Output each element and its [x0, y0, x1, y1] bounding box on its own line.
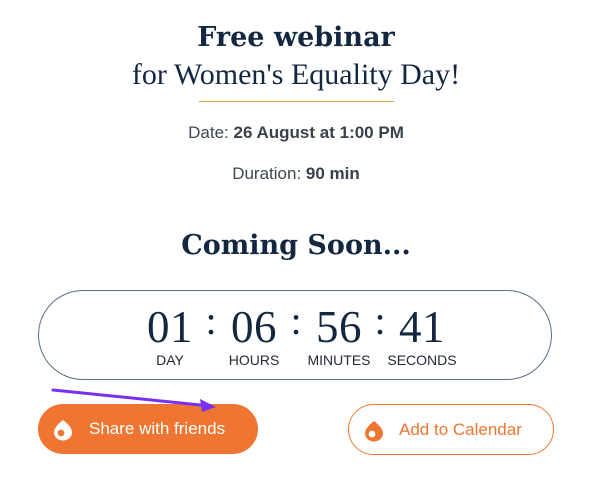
annotation-arrow-icon [51, 388, 216, 412]
countdown-day-label: DAY [156, 352, 184, 368]
countdown-minutes-value: 56 [316, 302, 362, 352]
add-to-calendar-button[interactable]: Add to Calendar [348, 404, 554, 455]
countdown-minutes-label: MINUTES [307, 352, 371, 368]
countdown-timer: 01 DAY : 06 HOURS : 56 MINUTES : 41 SECO… [38, 290, 552, 380]
countdown-day-value: 01 [147, 302, 193, 352]
event-date: Date: 26 August at 1:00 PM [0, 122, 592, 144]
coming-soon-heading: Coming Soon... [181, 230, 411, 261]
add-to-calendar-label: Add to Calendar [399, 420, 522, 439]
webinar-subtitle: for Women's Equality Day! [131, 58, 461, 91]
countdown-seconds-label: SECONDS [387, 352, 457, 368]
share-button-label: Share with friends [89, 419, 226, 438]
duration-label: Duration: [232, 164, 302, 183]
share-icon [54, 420, 72, 441]
event-duration: Duration: 90 min [0, 163, 592, 185]
title-divider [199, 101, 394, 102]
webinar-title: Free webinar [197, 22, 395, 53]
duration-value: 90 min [305, 164, 360, 183]
date-label: Date: [188, 123, 229, 142]
date-value: 26 August at 1:00 PM [233, 123, 404, 142]
countdown-hours-value: 06 [231, 302, 277, 352]
countdown-hours-label: HOURS [228, 352, 280, 368]
calendar-icon [365, 421, 383, 442]
countdown-seconds-value: 41 [399, 302, 445, 352]
